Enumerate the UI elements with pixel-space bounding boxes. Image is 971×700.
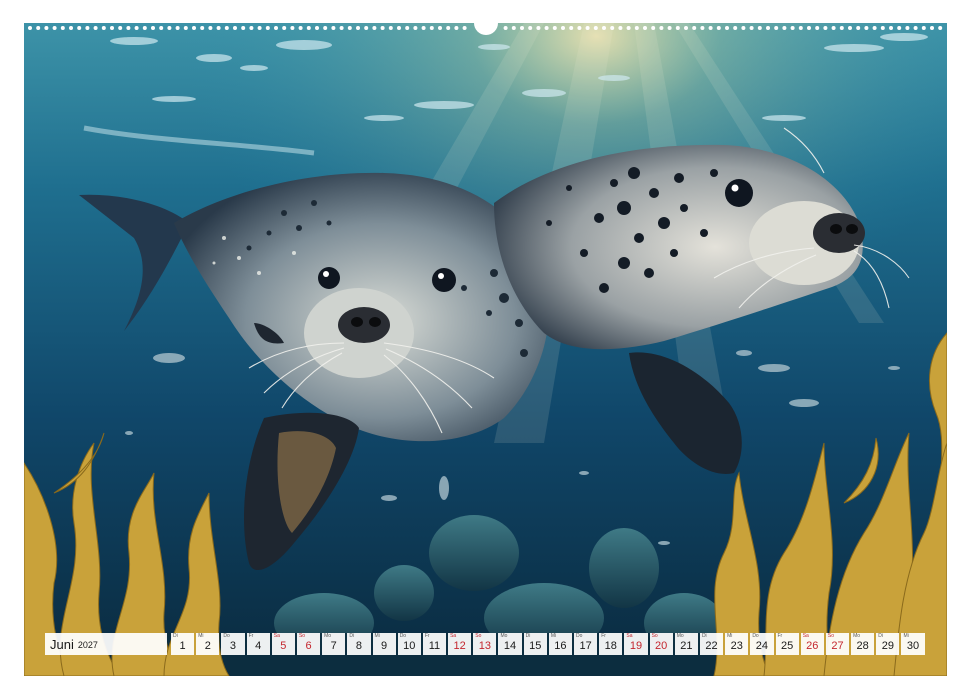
day-number: 14 xyxy=(503,640,517,652)
calendar-page: Juni 2027 Di 1 Mi 2 Do 3 Fr 4 Sa 5 So 6 Mo 7 Di 8 Mi 9 Do 1… xyxy=(0,0,971,700)
day-number: 4 xyxy=(255,640,262,652)
day-number: 6 xyxy=(305,640,312,652)
weekday-abbr: Di xyxy=(878,633,883,639)
weekday-abbr: Fr xyxy=(601,633,606,639)
day-cell: Do 3 xyxy=(221,633,245,655)
day-number: 12 xyxy=(453,640,466,652)
day-number: 17 xyxy=(579,640,592,652)
weekday-abbr: So xyxy=(651,633,658,639)
weekday-abbr: Do xyxy=(752,633,759,639)
day-cell: Mi 16 xyxy=(548,633,572,655)
day-cell: Do 24 xyxy=(750,633,774,655)
weekday-abbr: Sa xyxy=(802,633,809,639)
day-number: 11 xyxy=(428,640,441,652)
weekday-abbr: Di xyxy=(349,633,355,639)
weekday-abbr: Mi xyxy=(550,633,557,639)
day-cell: Sa 12 xyxy=(448,633,472,655)
weekday-abbr: Sa xyxy=(450,633,457,639)
day-cell: Fr 11 xyxy=(422,633,447,655)
day-cell: So 20 xyxy=(649,633,673,655)
weekday-abbr: Fr xyxy=(777,633,783,639)
day-number: 2 xyxy=(204,640,211,652)
weekday-abbr: Mi xyxy=(374,633,380,639)
day-cell: Sa 19 xyxy=(624,633,648,655)
day-number: 8 xyxy=(355,640,362,652)
day-number: 25 xyxy=(780,640,794,652)
day-cell: Do 17 xyxy=(574,633,598,655)
day-cell: Di 22 xyxy=(699,633,724,655)
day-cell: Fr 4 xyxy=(246,633,270,655)
day-cell: Fr 18 xyxy=(599,633,623,655)
day-number: 30 xyxy=(906,640,920,652)
day-cells: Di 1 Mi 2 Do 3 Fr 4 Sa 5 So 6 Mo 7 Di 8 Mi 9 Do 10 Fr 11 Sa 12 S… xyxy=(171,633,925,655)
day-number: 13 xyxy=(478,640,491,652)
day-cell: Di 29 xyxy=(876,633,900,655)
weekday-abbr: So xyxy=(475,633,482,639)
day-cell: Di 1 xyxy=(171,633,195,655)
weekday-abbr: So xyxy=(827,633,834,639)
day-number: 1 xyxy=(179,640,186,652)
day-number: 27 xyxy=(831,640,844,652)
spiral-binding xyxy=(24,23,947,35)
day-number: 26 xyxy=(806,640,819,652)
day-number: 20 xyxy=(655,640,668,652)
day-cell: So 13 xyxy=(473,633,497,655)
day-number: 28 xyxy=(856,640,869,652)
weekday-abbr: Di xyxy=(701,633,707,639)
weekday-abbr: Di xyxy=(525,633,531,639)
day-number: 19 xyxy=(629,640,643,652)
day-number: 23 xyxy=(730,640,743,652)
day-cell: Mi 2 xyxy=(196,633,220,655)
day-number: 16 xyxy=(554,640,567,652)
day-number: 7 xyxy=(330,640,337,652)
day-cell: Mi 23 xyxy=(725,633,749,655)
weekday-abbr: Mi xyxy=(727,633,733,639)
day-cell: Mo 28 xyxy=(851,633,875,655)
weekday-abbr: Mi xyxy=(198,633,204,639)
weekday-abbr: Mo xyxy=(324,633,332,639)
day-number: 15 xyxy=(529,640,542,652)
day-number: 18 xyxy=(604,640,617,652)
weekday-abbr: Di xyxy=(173,633,178,639)
weekday-abbr: Sa xyxy=(273,633,280,639)
day-cell: So 6 xyxy=(296,633,321,655)
day-cell: Sa 26 xyxy=(800,633,824,655)
weekday-abbr: Mo xyxy=(500,633,508,639)
seal-photo xyxy=(24,23,947,676)
day-number: 3 xyxy=(229,640,237,652)
weekday-abbr: Do xyxy=(223,633,230,639)
weekday-abbr: Mi xyxy=(903,633,909,639)
day-number: 5 xyxy=(280,640,287,652)
weekday-abbr: Mo xyxy=(676,633,684,639)
weekday-abbr: Do xyxy=(399,633,407,639)
day-number: 9 xyxy=(381,640,388,652)
day-cell: Mi 9 xyxy=(372,633,396,655)
day-cell: Mo 14 xyxy=(498,633,522,655)
weekday-abbr: So xyxy=(298,633,306,639)
month-name: Juni xyxy=(50,636,74,652)
weekday-abbr: Do xyxy=(576,633,583,639)
day-cell: Mi 30 xyxy=(901,633,925,655)
day-number: 22 xyxy=(705,640,718,652)
day-cell: Mo 7 xyxy=(322,633,346,655)
day-cell: Fr 25 xyxy=(775,633,799,655)
weekday-abbr: Sa xyxy=(626,633,633,639)
month-calendar-strip: Juni 2027 Di 1 Mi 2 Do 3 Fr 4 Sa 5 So 6 Mo 7 Di 8 Mi 9 Do 1… xyxy=(45,633,927,655)
day-cell: Sa 5 xyxy=(271,633,295,655)
day-cell: So 27 xyxy=(825,633,850,655)
day-number: 29 xyxy=(881,640,894,652)
day-number: 10 xyxy=(403,640,416,652)
weekday-abbr: Fr xyxy=(248,633,254,639)
weekday-abbr: Mo xyxy=(853,633,861,639)
day-cell: Do 10 xyxy=(397,633,421,655)
month-label: Juni 2027 xyxy=(45,633,167,655)
month-year: 2027 xyxy=(77,640,98,650)
day-cell: Di 15 xyxy=(523,633,547,655)
day-number: 21 xyxy=(680,640,693,652)
day-number: 24 xyxy=(755,640,769,652)
day-cell: Mo 21 xyxy=(674,633,698,655)
weekday-abbr: Fr xyxy=(424,633,430,639)
day-cell: Di 8 xyxy=(347,633,371,655)
